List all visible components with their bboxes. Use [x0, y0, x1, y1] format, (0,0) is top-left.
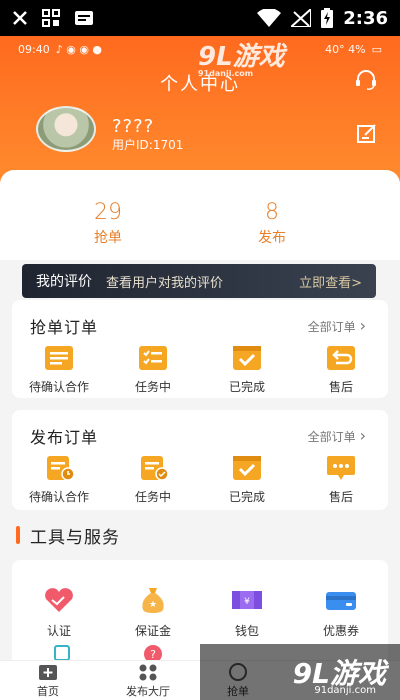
tab-home-label: 首页	[37, 685, 59, 698]
stat-grab-value: 29	[94, 200, 122, 225]
publish-order-pending[interactable]: 待确认合作	[19, 454, 99, 505]
inner-battery-icon: ▭	[371, 42, 382, 56]
tool-certification-label: 认证	[46, 624, 71, 638]
publish-order-in-progress-label: 任务中	[134, 490, 171, 504]
review-label: 我的评价	[36, 274, 92, 290]
publish-orders-all-link[interactable]: 全部订单 ›	[308, 426, 366, 445]
review-action-link[interactable]: 立即查看>	[299, 272, 362, 291]
tab-publish-hall-label: 发布大厅	[126, 685, 170, 698]
watermark-bottom: 9L游戏 91danji.com	[200, 644, 400, 700]
tab-publish-hall[interactable]: 发布大厅	[118, 663, 178, 699]
grab-order-done-label: 已完成	[228, 380, 265, 394]
tools-title: 工具与服务	[30, 527, 120, 548]
stat-publish-label: 发布	[258, 230, 286, 246]
home-icon	[37, 663, 59, 681]
stat-grab-label: 抢单	[94, 230, 122, 246]
tool-coupon[interactable]: 优惠券	[301, 586, 381, 639]
publish-orders-title: 发布订单	[30, 428, 99, 447]
review-banner[interactable]: 我的评价 查看用户对我的评价 立即查看>	[22, 264, 376, 298]
svg-text:?: ?	[150, 648, 156, 660]
grab-orders-all-link[interactable]: 全部订单 ›	[308, 316, 366, 335]
grab-order-in-progress-label: 任务中	[134, 380, 171, 394]
tool-coupon-label: 优惠券	[322, 624, 359, 638]
wallet-icon: ¥	[230, 586, 264, 614]
publish-orders-all-label: 全部订单	[307, 430, 356, 444]
chevron-right-icon: ›	[359, 426, 366, 445]
clipboard-icon	[42, 344, 76, 372]
system-clock: 2:36	[343, 7, 388, 29]
heart-handshake-icon	[42, 586, 76, 614]
tool-certification[interactable]: 认证	[19, 586, 99, 639]
review-desc: 查看用户对我的评价	[106, 275, 224, 291]
checklist-icon	[136, 344, 170, 372]
publish-order-done-label: 已完成	[228, 490, 265, 504]
avatar[interactable]	[36, 106, 96, 152]
chevron-right-icon: ›	[359, 316, 366, 335]
chat-bubble-icon	[324, 454, 358, 482]
wifi-icon	[257, 9, 282, 27]
doc-clock-icon	[42, 454, 76, 482]
money-bag-icon: ★	[136, 586, 170, 614]
customer-service-icon[interactable]	[354, 68, 378, 92]
no-signal-icon	[291, 9, 312, 27]
apps-icon	[137, 663, 159, 681]
doc-check-icon	[136, 454, 170, 482]
news-icon	[74, 10, 94, 26]
return-icon	[324, 344, 358, 372]
watermark-top-text: 9L游戏	[198, 42, 285, 72]
system-status-bar: 2:36	[0, 0, 400, 36]
publish-orders-card: 发布订单 全部订单 › 待确认合作 任务中 已完成 售后	[12, 410, 388, 510]
grab-order-pending[interactable]: 待确认合作	[19, 344, 99, 395]
tools-heading: 工具与服务	[16, 524, 120, 548]
tool-wallet-label: 钱包	[234, 624, 259, 638]
edit-icon[interactable]	[356, 122, 378, 144]
grab-order-in-progress[interactable]: 任务中	[113, 344, 193, 395]
stats-card: 29 抢单 8 发布	[0, 170, 400, 260]
grab-order-done[interactable]: 已完成	[207, 344, 287, 395]
publish-order-aftersale-label: 售后	[328, 490, 353, 504]
publish-order-aftersale[interactable]: 售后	[301, 454, 381, 505]
grab-order-aftersale[interactable]: 售后	[301, 344, 381, 395]
stat-publish[interactable]: 8 发布	[232, 200, 312, 247]
watermark-bottom-site: 91danji.com	[314, 685, 376, 696]
svg-text:★: ★	[149, 600, 157, 610]
tool-wallet[interactable]: ¥ 钱包	[207, 586, 287, 639]
svg-text:¥: ¥	[244, 597, 250, 607]
heading-accent-bar	[16, 526, 20, 544]
grid-icon	[42, 9, 60, 27]
tab-home[interactable]: 首页	[18, 663, 78, 699]
stat-publish-value: 8	[265, 200, 279, 225]
publish-order-in-progress[interactable]: 任务中	[113, 454, 193, 505]
check-box-icon	[230, 344, 264, 372]
user-id: 用户ID:1701	[112, 138, 184, 152]
check-box-icon	[230, 454, 264, 482]
publish-order-pending-label: 待确认合作	[28, 490, 89, 504]
grab-orders-title: 抢单订单	[30, 318, 99, 337]
coupon-icon	[324, 586, 358, 614]
inner-app-icons: ♪ ◉ ◉ ●	[55, 42, 103, 56]
inner-status-right: 40° 4%	[325, 42, 366, 56]
inner-clock: 09:40	[18, 42, 50, 56]
stat-grab[interactable]: 29 抢单	[68, 200, 148, 247]
publish-order-done[interactable]: 已完成	[207, 454, 287, 505]
tool-deposit[interactable]: ★ 保证金	[113, 586, 193, 639]
grab-orders-all-label: 全部订单	[307, 320, 356, 334]
close-icon	[12, 10, 28, 26]
grab-orders-card: 抢单订单 全部订单 › 待确认合作 任务中 已完成 售后	[12, 300, 388, 398]
page-title: 个人中心	[160, 74, 240, 95]
battery-charging-icon	[321, 8, 334, 28]
grab-order-pending-label: 待确认合作	[28, 380, 89, 394]
tool-deposit-label: 保证金	[134, 624, 171, 638]
username: ????	[112, 116, 155, 137]
profile-header: 09:40 ♪ ◉ ◉ ● 40° 4% ▭ 9L游戏 91danji.com …	[0, 36, 400, 186]
grab-order-aftersale-label: 售后	[328, 380, 353, 394]
